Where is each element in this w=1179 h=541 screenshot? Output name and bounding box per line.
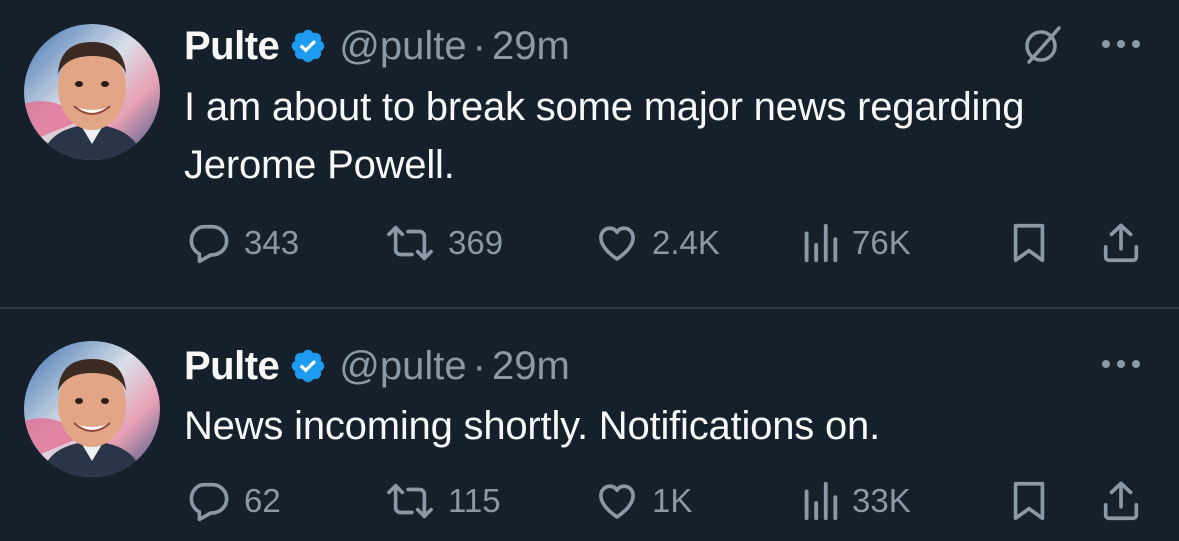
bookmark-icon (1006, 220, 1052, 266)
repost-button[interactable]: 369 (384, 217, 503, 269)
repost-button[interactable]: 115 (384, 475, 501, 527)
separator-dot: · (472, 23, 486, 68)
like-count: 2.4K (652, 224, 720, 261)
views-count: 76K (852, 224, 911, 261)
verified-badge-icon (289, 27, 327, 65)
views-count: 33K (852, 482, 911, 519)
repost-icon (384, 478, 436, 524)
analytics-bars-icon (800, 478, 840, 524)
reply-icon (186, 478, 232, 524)
reply-count: 343 (244, 224, 300, 261)
views-button[interactable]: 33K (800, 475, 911, 527)
avatar[interactable] (24, 24, 160, 160)
tweet-text: News incoming shortly. Notifications on. (184, 404, 880, 448)
tweet[interactable]: Pulte @pulte · 29m News incoming shortly… (0, 309, 1179, 541)
like-count: 1K (652, 482, 693, 519)
share-button[interactable] (1098, 475, 1144, 527)
reply-button[interactable]: 343 (186, 217, 299, 269)
tweet-text: I am about to break some major news rega… (184, 85, 1025, 187)
author-name[interactable]: Pulte (184, 344, 280, 389)
views-button[interactable]: 76K (800, 217, 911, 269)
avatar[interactable] (24, 341, 160, 477)
timestamp[interactable]: 29m (492, 24, 570, 69)
repost-count: 115 (448, 482, 501, 519)
like-button[interactable]: 1K (594, 475, 692, 527)
bookmark-button[interactable] (1006, 217, 1052, 269)
author-handle[interactable]: @pulte (339, 344, 466, 389)
more-options-icon[interactable] (1101, 37, 1141, 55)
more-options-icon[interactable] (1101, 357, 1141, 375)
grok-slash-icon[interactable] (1021, 22, 1065, 71)
share-icon (1098, 478, 1144, 524)
tweet-header: Pulte @pulte · 29m (184, 336, 1159, 396)
heart-icon (594, 220, 640, 266)
tweet[interactable]: Pulte @pulte · 29m I am about to break s… (0, 0, 1179, 308)
reply-count: 62 (244, 482, 281, 519)
bookmark-button[interactable] (1006, 475, 1052, 527)
separator-dot: · (472, 343, 486, 388)
repost-count: 369 (448, 224, 504, 261)
verified-badge-icon (289, 347, 327, 385)
author-handle[interactable]: @pulte (339, 24, 466, 69)
like-button[interactable]: 2.4K (594, 217, 720, 269)
tweet-actions: 343 369 2.4K 76K (186, 217, 1146, 269)
bookmark-icon (1006, 478, 1052, 524)
share-button[interactable] (1098, 217, 1144, 269)
timestamp[interactable]: 29m (492, 344, 570, 389)
analytics-bars-icon (800, 220, 840, 266)
heart-icon (594, 478, 640, 524)
author-name[interactable]: Pulte (184, 24, 280, 69)
reply-icon (186, 220, 232, 266)
reply-button[interactable]: 62 (186, 475, 281, 527)
tweet-actions: 62 115 1K 33K (186, 475, 1146, 527)
repost-icon (384, 220, 436, 266)
share-icon (1098, 220, 1144, 266)
tweet-header: Pulte @pulte · 29m (184, 16, 1159, 76)
